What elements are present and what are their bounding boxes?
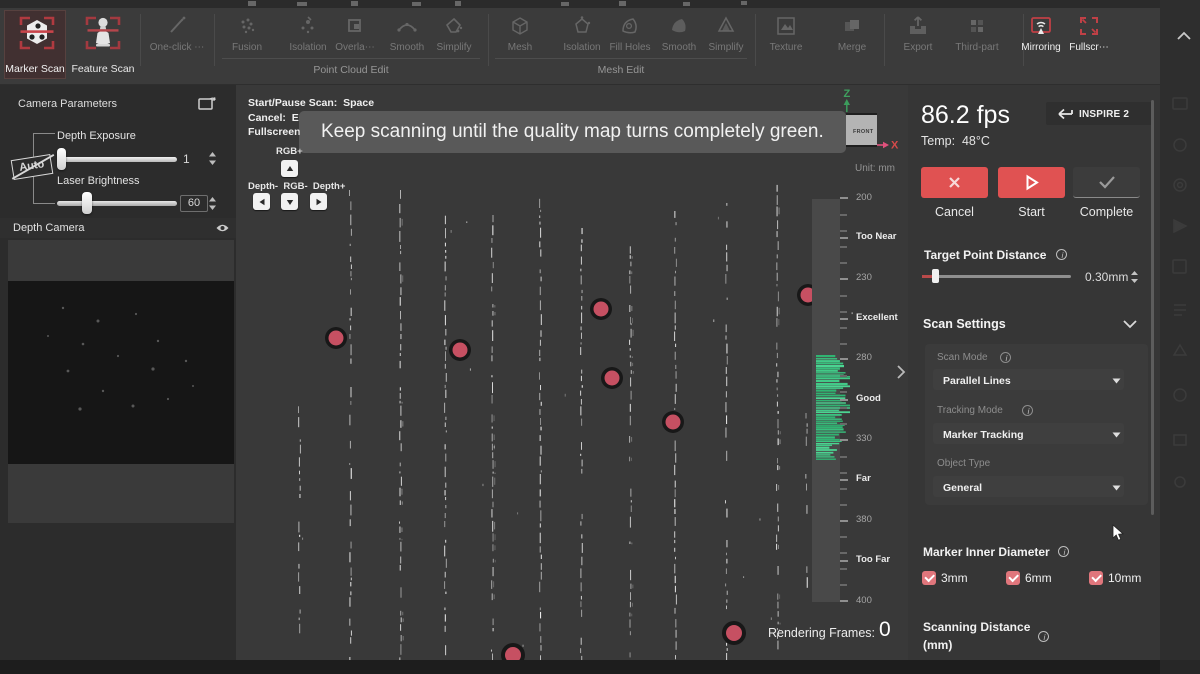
svg-text:X: X xyxy=(891,140,899,151)
svg-text:Z: Z xyxy=(844,88,851,100)
svg-text:FRONT: FRONT xyxy=(853,129,874,135)
